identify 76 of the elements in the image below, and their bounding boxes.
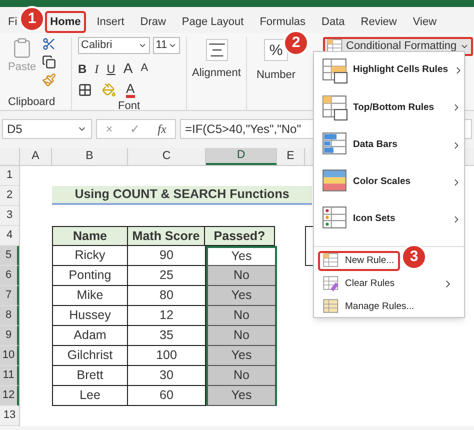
table-cell[interactable]: No — [206, 366, 277, 386]
align-icon — [206, 39, 228, 61]
menu-item[interactable]: Icon Sets — [314, 200, 464, 238]
dropdown-icon — [138, 41, 147, 50]
insert-function-button[interactable]: fx — [158, 120, 166, 138]
table-cell: Ricky — [52, 246, 128, 266]
menu-item[interactable]: Clear Rules — [318, 274, 460, 294]
row-header[interactable]: 12 — [0, 386, 19, 406]
table-cell: Brett — [52, 366, 128, 386]
table-cell[interactable]: Yes — [206, 286, 277, 306]
column-header[interactable]: B — [52, 148, 128, 165]
ribbon-tab[interactable]: Review — [356, 11, 402, 33]
alignment-button[interactable]: Alignment — [187, 37, 247, 110]
row-header[interactable]: 2 — [0, 186, 19, 206]
row-header[interactable]: 5 — [0, 246, 19, 266]
bold-button[interactable]: B — [78, 60, 87, 78]
row-header[interactable]: 1 — [0, 166, 19, 186]
ribbon-tab[interactable]: Draw — [135, 11, 171, 33]
row-header[interactable]: 8 — [0, 306, 19, 326]
row-header[interactable]: 7 — [0, 286, 19, 306]
step-badge: 1 — [19, 6, 45, 32]
format-painter-icon — [42, 73, 56, 87]
row-header[interactable]: 9 — [0, 326, 19, 346]
underline-button[interactable]: U — [106, 60, 116, 78]
table-cell[interactable]: No — [206, 326, 277, 346]
grow-font-button[interactable]: A — [123, 58, 133, 79]
borders-icon — [78, 83, 92, 97]
dropdown-icon — [460, 42, 469, 51]
menu-item[interactable]: Color Scales — [314, 164, 464, 201]
ribbon-tab[interactable]: View — [408, 11, 442, 33]
rule-icon — [322, 94, 348, 121]
ribbon-tab[interactable]: Insert — [92, 11, 130, 33]
row-header[interactable]: 3 — [0, 206, 19, 226]
table-cell[interactable]: Yes — [206, 386, 277, 406]
table-cell[interactable]: Yes — [206, 346, 277, 366]
row-header[interactable]: 11 — [0, 366, 19, 386]
table-cell: Hussey — [52, 306, 128, 326]
table-cell: Lee — [52, 386, 128, 406]
row-header[interactable]: 6 — [0, 266, 19, 286]
rule-icon — [322, 58, 348, 84]
row-header[interactable]: 13 — [0, 406, 19, 426]
menu-item[interactable]: Data Bars — [314, 126, 464, 164]
table-cell[interactable]: No — [206, 306, 277, 326]
table-cell[interactable]: No — [206, 266, 277, 286]
fill-color-icon — [102, 83, 116, 97]
table-header-cell: Math Score — [127, 226, 205, 246]
ribbon-tab[interactable]: Data — [316, 11, 350, 33]
table-cell: Mike — [52, 286, 128, 306]
sheet-title: Using COUNT & SEARCH Functions — [52, 186, 312, 205]
group-label: Clipboard — [8, 94, 56, 110]
italic-button[interactable]: I — [94, 60, 99, 78]
column-header[interactable]: E — [277, 148, 305, 165]
font-color-button[interactable]: A — [126, 82, 135, 98]
table-header-cell: Name — [52, 226, 128, 246]
column-header[interactable]: D — [206, 148, 277, 165]
ribbon-tab[interactable]: Page Layout — [176, 11, 249, 33]
table-header-cell: Passed? — [204, 226, 275, 246]
ribbon-tab[interactable]: Fi — [4, 11, 20, 33]
shrink-font-button[interactable]: A — [140, 60, 148, 77]
font-name-field[interactable]: Calibri — [78, 37, 150, 54]
table-cell[interactable]: Yes — [206, 246, 277, 266]
ribbon-tab[interactable]: Formulas — [254, 11, 311, 33]
table-cell: Ponting — [52, 266, 128, 286]
table-cell: Adam — [52, 326, 128, 346]
table-cell: Gilchrist — [52, 346, 128, 366]
column-header[interactable]: A — [20, 148, 52, 165]
group-label: Font — [116, 99, 141, 114]
copy-icon — [42, 55, 56, 69]
row-header[interactable]: 10 — [0, 346, 19, 366]
font-size-field[interactable]: 11 — [152, 37, 180, 54]
menu-item[interactable]: Manage Rules... — [318, 297, 460, 318]
name-box[interactable]: D5 — [2, 119, 92, 139]
dropdown-icon — [168, 41, 177, 50]
menu-item[interactable]: New Rule... — [318, 251, 400, 272]
cut-icon — [42, 37, 56, 51]
menu-item[interactable]: Top/Bottom Rules — [314, 89, 464, 126]
